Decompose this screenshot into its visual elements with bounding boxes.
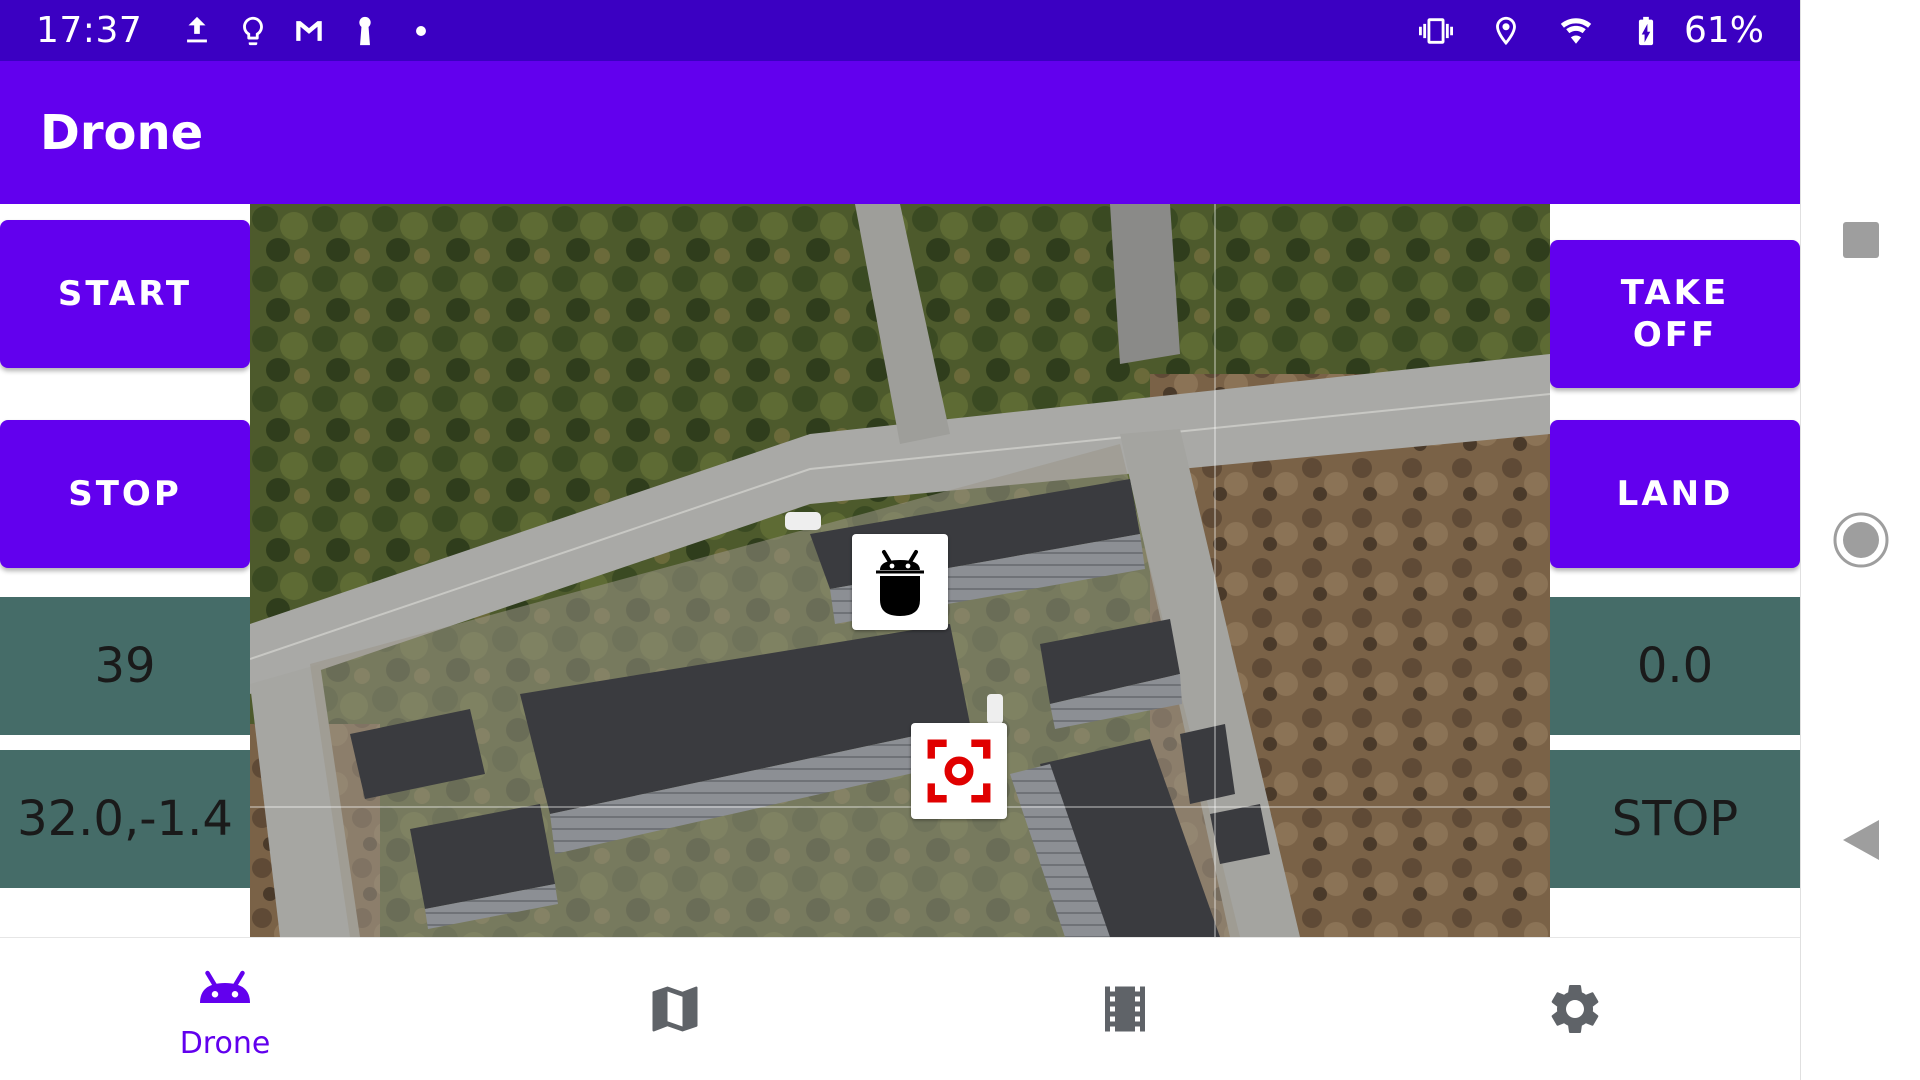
back-triangle-icon [1843, 820, 1879, 860]
left-value-2: 32.0,-1.4 [0, 750, 250, 888]
back-button[interactable] [1831, 810, 1891, 870]
recents-button[interactable] [1831, 210, 1891, 270]
system-navigation-bar [1800, 0, 1920, 1080]
nav-item-drone[interactable]: Drone [0, 938, 450, 1080]
app-bar: Drone [0, 61, 1800, 204]
app-title: Drone [40, 104, 204, 161]
battery-percent: 61% [1683, 10, 1764, 51]
gmail-icon [289, 11, 329, 51]
android-bug-icon [876, 550, 924, 616]
satellite-map[interactable] [250, 204, 1550, 937]
wifi-icon [1556, 11, 1596, 51]
home-button[interactable] [1831, 510, 1891, 570]
stop-button[interactable]: STOP [0, 420, 250, 568]
status-right-icons: 61% [1400, 10, 1764, 51]
right-value-1: 0.0 [1550, 597, 1800, 735]
settings-gear-icon [1551, 985, 1599, 1033]
location-icon [1486, 11, 1526, 51]
map-icon [652, 986, 698, 1032]
target-marker[interactable] [911, 723, 1007, 819]
drone-marker[interactable] [852, 534, 948, 630]
recents-square-icon [1843, 222, 1879, 258]
upload-icon [177, 11, 217, 51]
takeoff-button[interactable]: TAKE OFF [1550, 240, 1800, 388]
android-icon [200, 970, 250, 1003]
right-value-2: STOP [1550, 750, 1800, 888]
keyhole-icon [345, 11, 385, 51]
lightbulb-icon [233, 11, 273, 51]
battery-charging-icon [1626, 11, 1666, 51]
bottom-navigation: Drone [0, 937, 1800, 1080]
status-time: 17:37 [36, 10, 143, 51]
focus-target-icon [927, 739, 991, 803]
left-value-1: 39 [0, 597, 250, 735]
home-circle-icon [1833, 512, 1889, 568]
nav-label-drone: Drone [179, 1025, 271, 1061]
nav-item-settings[interactable] [1350, 938, 1800, 1080]
nav-item-video[interactable] [900, 938, 1350, 1080]
vibrate-icon [1416, 11, 1456, 51]
nav-item-map[interactable] [450, 938, 900, 1080]
status-bar: 17:37 61% [0, 0, 1800, 61]
start-button[interactable]: START [0, 220, 250, 368]
land-button[interactable]: LAND [1550, 420, 1800, 568]
dot-icon [401, 11, 441, 51]
app-screen: 17:37 61% Drone START STOP 39 32.0,-1.4 … [0, 0, 1800, 1080]
film-icon [1105, 986, 1145, 1032]
